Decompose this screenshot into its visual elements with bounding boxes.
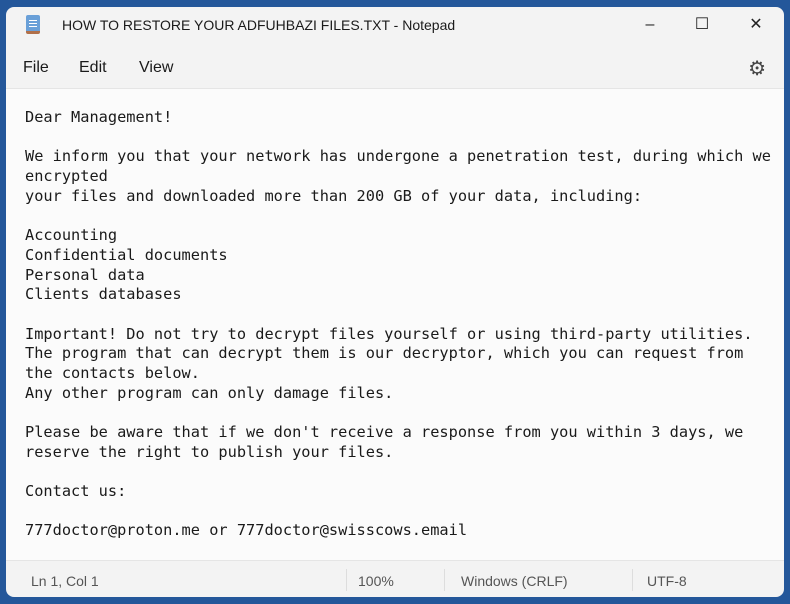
- text-line: Confidential documents: [25, 245, 228, 264]
- window-title: HOW TO RESTORE YOUR ADFUHBAZI FILES.TXT …: [62, 17, 456, 33]
- text-line: [25, 462, 771, 482]
- gear-icon[interactable]: ⚙: [748, 56, 766, 81]
- text-line: reserve the right to publish your files.: [25, 442, 394, 461]
- line-ending[interactable]: Windows (CRLF): [461, 573, 568, 589]
- text-line: [25, 502, 771, 522]
- document-text[interactable]: Dear Management! We inform you that your …: [25, 108, 771, 541]
- title-bar: HOW TO RESTORE YOUR ADFUHBAZI FILES.TXT …: [6, 7, 784, 43]
- menu-bar: File Edit View ⚙: [6, 51, 784, 87]
- text-line: Personal data: [25, 265, 145, 284]
- text-line: [25, 206, 771, 226]
- divider: [346, 569, 347, 591]
- text-line: Accounting: [25, 226, 118, 245]
- text-line: [25, 403, 771, 423]
- text-line: your files and downloaded more than 200 …: [25, 186, 643, 205]
- text-editor[interactable]: Dear Management! We inform you that your …: [6, 88, 784, 560]
- cursor-position: Ln 1, Col 1: [31, 573, 99, 589]
- status-bar: Ln 1, Col 1 100% Windows (CRLF) UTF-8: [6, 560, 784, 597]
- divider: [632, 569, 633, 591]
- notepad-window: HOW TO RESTORE YOUR ADFUHBAZI FILES.TXT …: [6, 7, 784, 597]
- text-line: The program that can decrypt them is our…: [25, 344, 744, 363]
- menu-view[interactable]: View: [139, 59, 173, 77]
- text-line: We inform you that your network has unde…: [25, 147, 771, 166]
- encoding[interactable]: UTF-8: [647, 573, 687, 589]
- minimize-button[interactable]: –: [630, 11, 670, 39]
- notepad-icon: [26, 15, 40, 34]
- text-line: Clients databases: [25, 285, 182, 304]
- zoom-level[interactable]: 100%: [358, 573, 394, 589]
- divider: [444, 569, 445, 591]
- text-line: encrypted: [25, 167, 108, 186]
- text-line: [25, 128, 771, 148]
- text-line: Dear Management!: [25, 108, 173, 126]
- text-line: Important! Do not try to decrypt files y…: [25, 324, 753, 343]
- maximize-button[interactable]: ☐: [682, 11, 722, 39]
- text-line: [25, 305, 771, 325]
- text-line: Any other program can only damage files.: [25, 383, 394, 402]
- text-line: Please be aware that if we don't receive…: [25, 423, 744, 441]
- menu-edit[interactable]: Edit: [79, 59, 107, 77]
- text-line: the contacts below.: [25, 363, 200, 382]
- close-button[interactable]: ✕: [736, 11, 776, 39]
- text-line: 777doctor@proton.me or 777doctor@swissco…: [25, 521, 468, 540]
- menu-file[interactable]: File: [23, 59, 49, 77]
- text-line: Contact us:: [25, 482, 127, 501]
